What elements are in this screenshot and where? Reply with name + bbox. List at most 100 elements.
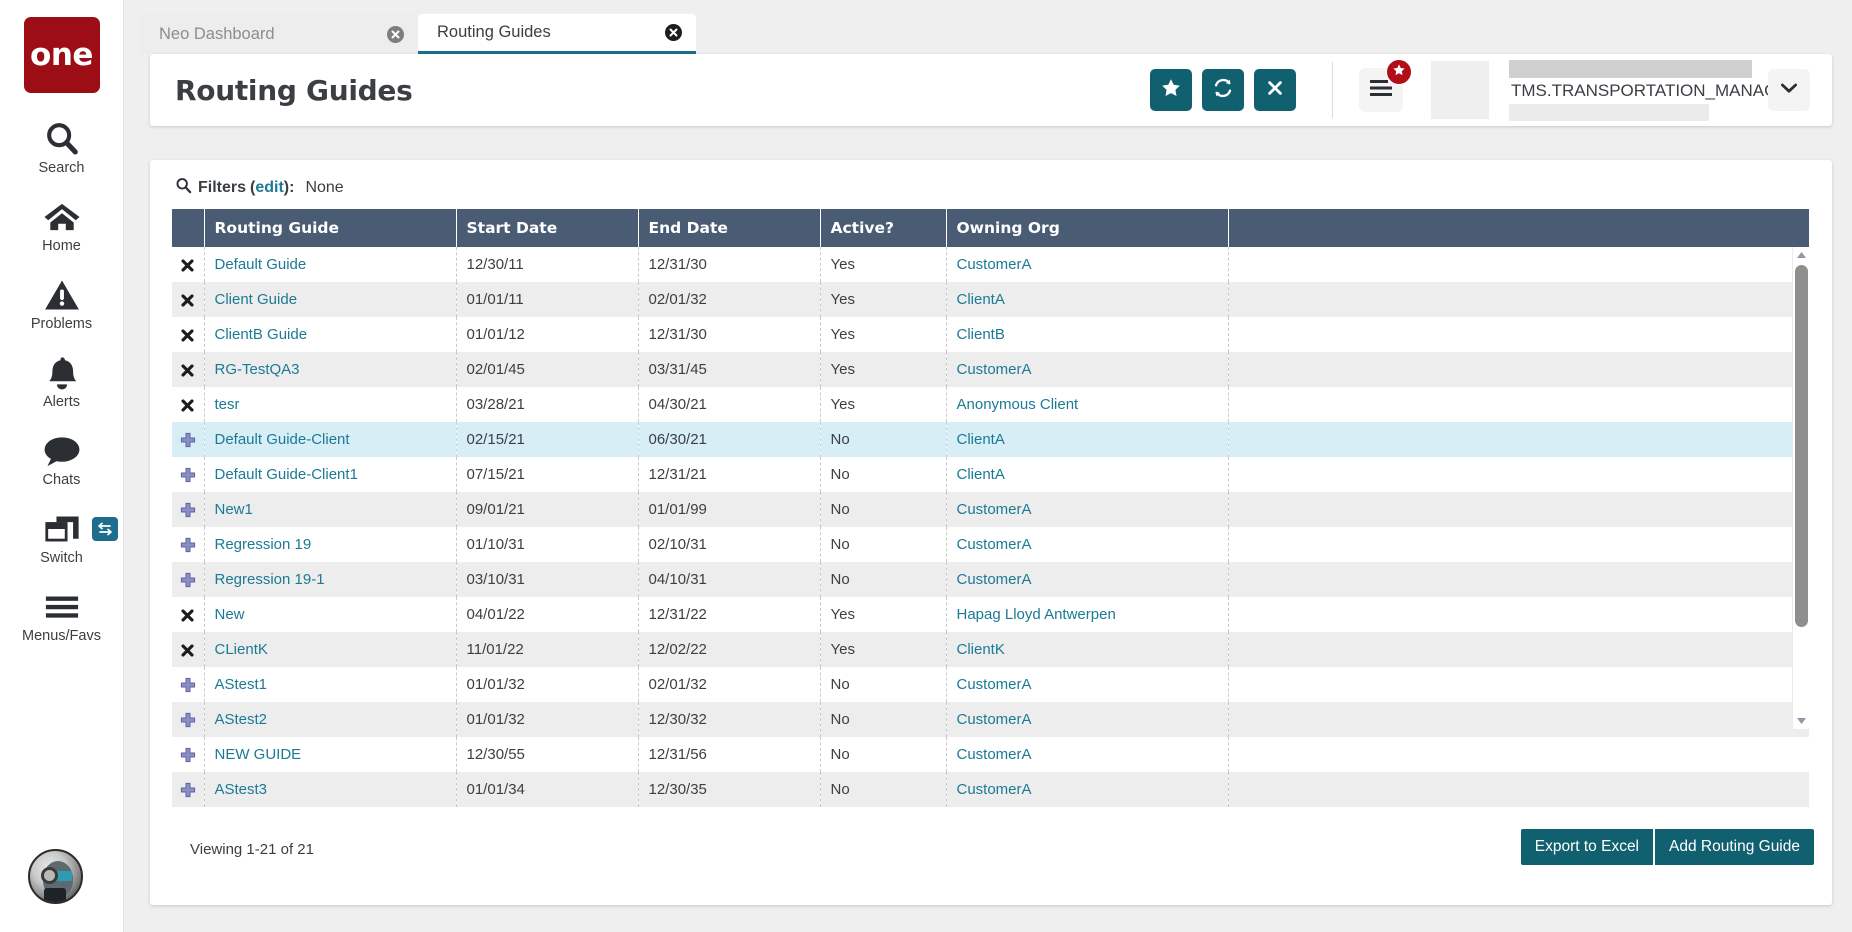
refresh-button[interactable] (1202, 69, 1244, 111)
routing-guide-link[interactable]: New (215, 606, 245, 623)
row-action-cell[interactable] (172, 597, 205, 632)
row-action-cell[interactable] (172, 352, 205, 387)
x-mark-icon[interactable] (180, 361, 195, 378)
plus-cross-icon[interactable] (180, 781, 196, 798)
owning-org-link[interactable]: ClientA (957, 291, 1005, 308)
add-routing-guide-button[interactable]: Add Routing Guide (1655, 829, 1814, 865)
routing-guide-link[interactable]: New1 (215, 501, 253, 518)
x-mark-icon[interactable] (180, 256, 195, 273)
table-row[interactable]: Default Guide-Client1 07/15/21 12/31/21 No C… (172, 457, 1809, 492)
table-row[interactable]: Regression 19-1 03/10/31 04/10/31 No Custome… (172, 562, 1809, 597)
table-row[interactable]: tesr 03/28/21 04/30/21 Yes Anonymous Client (172, 387, 1809, 422)
sidebar-item-alerts[interactable]: Alerts (0, 353, 123, 410)
col-routing-guide[interactable]: Routing Guide (204, 209, 457, 247)
user-menu[interactable]: TMS.TRANSPORTATION_MANAGER (1431, 59, 1801, 121)
owning-org-link[interactable]: CustomerA (957, 676, 1032, 693)
table-row[interactable]: Default Guide 12/30/11 12/31/30 Yes Customer… (172, 247, 1809, 282)
routing-guide-link[interactable]: Default Guide-Client (215, 431, 350, 448)
owning-org-link[interactable]: ClientA (957, 431, 1005, 448)
routing-guide-link[interactable]: Client Guide (215, 291, 298, 308)
avatar[interactable] (28, 849, 83, 904)
table-row[interactable]: New 04/01/22 12/31/22 Yes Hapag Lloyd Antwer… (172, 597, 1809, 632)
table-row[interactable]: ClientB Guide 01/01/12 12/31/30 Yes ClientB (172, 317, 1809, 352)
routing-guide-link[interactable]: Regression 19 (215, 536, 312, 553)
row-action-cell[interactable] (172, 422, 205, 457)
table-row[interactable]: AStest2 01/01/32 12/30/32 No CustomerA (172, 702, 1809, 737)
owning-org-link[interactable]: CustomerA (957, 361, 1032, 378)
row-action-cell[interactable] (172, 247, 205, 282)
routing-guide-link[interactable]: ClientB Guide (215, 326, 308, 343)
scrollbar-thumb[interactable] (1795, 265, 1808, 627)
owning-org-link[interactable]: CustomerA (957, 711, 1032, 728)
owning-org-link[interactable]: Hapag Lloyd Antwerpen (957, 606, 1116, 623)
plus-cross-icon[interactable] (180, 746, 196, 763)
col-active[interactable]: Active? (820, 209, 947, 247)
sidebar-item-home[interactable]: Home (0, 197, 123, 254)
row-action-cell[interactable] (172, 772, 205, 807)
routing-guide-link[interactable]: AStest3 (215, 781, 268, 798)
routing-guide-link[interactable]: Default Guide (215, 256, 307, 273)
sidebar-item-switch[interactable]: Switch (0, 509, 123, 566)
tab-neo-dashboard[interactable]: Neo Dashboard (140, 14, 418, 54)
row-action-cell[interactable] (172, 282, 205, 317)
row-action-cell[interactable] (172, 492, 205, 527)
routing-guide-link[interactable]: CLientK (215, 641, 268, 658)
plus-cross-icon[interactable] (180, 431, 196, 448)
owning-org-link[interactable]: ClientA (957, 466, 1005, 483)
table-row[interactable]: AStest1 01/01/32 02/01/32 No CustomerA (172, 667, 1809, 702)
owning-org-link[interactable]: CustomerA (957, 256, 1032, 273)
owning-org-link[interactable]: CustomerA (957, 781, 1032, 798)
table-row[interactable]: Default Guide-Client 02/15/21 06/30/21 No Cl… (172, 422, 1809, 457)
sidebar-item-problems[interactable]: Problems (0, 275, 123, 332)
table-row[interactable]: Regression 19 01/10/31 02/10/31 No CustomerA (172, 527, 1809, 562)
owning-org-link[interactable]: CustomerA (957, 571, 1032, 588)
routing-guide-link[interactable]: tesr (215, 396, 240, 413)
owning-org-link[interactable]: CustomerA (957, 501, 1032, 518)
plus-cross-icon[interactable] (180, 536, 196, 553)
x-mark-icon[interactable] (180, 396, 195, 413)
x-mark-icon[interactable] (180, 641, 195, 658)
sidebar-item-chats[interactable]: Chats (0, 431, 123, 488)
table-row[interactable]: NEW GUIDE 12/30/55 12/31/56 No CustomerA (172, 737, 1809, 772)
table-row[interactable]: New1 09/01/21 01/01/99 No CustomerA (172, 492, 1809, 527)
tab-routing-guides[interactable]: Routing Guides (418, 14, 696, 54)
routing-guide-link[interactable]: AStest2 (215, 711, 268, 728)
table-row[interactable]: RG-TestQA3 02/01/45 03/31/45 Yes CustomerA (172, 352, 1809, 387)
routing-guide-link[interactable]: RG-TestQA3 (215, 361, 300, 378)
plus-cross-icon[interactable] (180, 501, 196, 518)
user-menu-toggle[interactable] (1768, 69, 1810, 111)
triangle-up-icon[interactable] (1793, 247, 1810, 263)
plus-cross-icon[interactable] (180, 711, 196, 728)
filters-edit-link[interactable]: edit (255, 179, 283, 197)
table-row[interactable]: CLientK 11/01/22 12/02/22 Yes ClientK (172, 632, 1809, 667)
x-mark-icon[interactable] (180, 291, 195, 308)
owning-org-link[interactable]: CustomerA (957, 536, 1032, 553)
plus-cross-icon[interactable] (180, 676, 196, 693)
table-row[interactable]: Client Guide 01/01/11 02/01/32 Yes ClientA (172, 282, 1809, 317)
row-action-cell[interactable] (172, 632, 205, 667)
routing-guide-link[interactable]: NEW GUIDE (215, 746, 302, 763)
row-action-cell[interactable] (172, 527, 205, 562)
sidebar-item-menus-favs[interactable]: Menus/Favs (0, 587, 123, 644)
owning-org-link[interactable]: ClientB (957, 326, 1005, 343)
plus-cross-icon[interactable] (180, 571, 196, 588)
header-menu-button[interactable] (1359, 59, 1412, 112)
row-action-cell[interactable] (172, 737, 205, 772)
x-mark-icon[interactable] (180, 326, 195, 343)
close-circle-icon[interactable] (387, 25, 404, 43)
row-action-cell[interactable] (172, 702, 205, 737)
close-button[interactable] (1254, 69, 1296, 111)
col-owning-org[interactable]: Owning Org (946, 209, 1229, 247)
swap-arrows-icon[interactable] (92, 517, 118, 541)
col-end-date[interactable]: End Date (638, 209, 821, 247)
table-row[interactable]: AStest3 01/01/34 12/30/35 No CustomerA (172, 772, 1809, 807)
row-action-cell[interactable] (172, 317, 205, 352)
table-scrollbar[interactable] (1792, 247, 1810, 729)
row-action-cell[interactable] (172, 387, 205, 422)
triangle-down-icon[interactable] (1793, 713, 1810, 729)
favorite-button[interactable] (1150, 69, 1192, 111)
x-mark-icon[interactable] (180, 606, 195, 623)
owning-org-link[interactable]: Anonymous Client (957, 396, 1079, 413)
sidebar-item-search[interactable]: Search (0, 119, 123, 176)
routing-guide-link[interactable]: Regression 19-1 (215, 571, 325, 588)
